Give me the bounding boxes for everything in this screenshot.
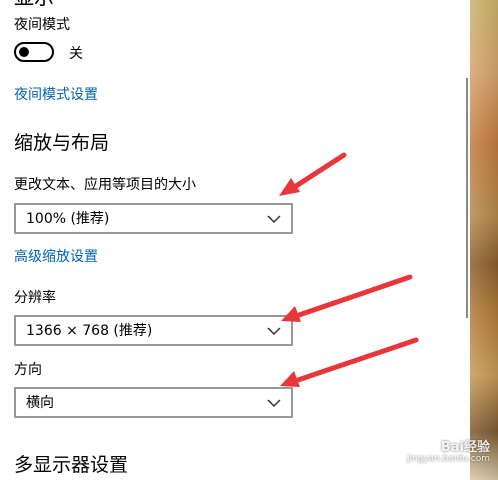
scrollbar-thumb[interactable] [466, 78, 468, 318]
night-mode-toggle-state: 关 [69, 46, 83, 62]
text-size-value: 100% (推荐) [26, 211, 110, 227]
text-size-dropdown[interactable]: 100% (推荐) [14, 203, 293, 234]
scale-layout-heading: 缩放与布局 [14, 132, 110, 154]
watermark: Bai经验 jingyan.baidu.com [400, 436, 490, 470]
orientation-value: 横向 [26, 395, 54, 411]
background-photo-shade [470, 0, 498, 480]
chevron-down-icon [267, 327, 281, 336]
advanced-scaling-link[interactable]: 高级缩放设置 [14, 248, 98, 266]
orientation-label: 方向 [14, 362, 42, 378]
section-title: 显示 [14, 0, 54, 8]
watermark-url: jingyan.baidu.com [406, 454, 490, 464]
background-photo [470, 0, 498, 480]
page: 显示 夜间模式 关 夜间模式设置 缩放与布局 更改文本、应用等项目的大小 100… [0, 0, 498, 480]
chevron-down-icon [267, 215, 281, 224]
night-mode-label: 夜间模式 [14, 17, 70, 33]
resolution-label: 分辨率 [14, 290, 56, 306]
chevron-down-icon [267, 399, 281, 408]
text-size-label: 更改文本、应用等项目的大小 [14, 177, 196, 193]
resolution-value: 1366 × 768 (推荐) [26, 323, 153, 339]
display-settings-panel: 显示 夜间模式 关 夜间模式设置 缩放与布局 更改文本、应用等项目的大小 100… [0, 0, 470, 480]
orientation-dropdown[interactable]: 横向 [14, 387, 293, 418]
watermark-brand: Bai经验 [440, 440, 490, 455]
resolution-dropdown[interactable]: 1366 × 768 (推荐) [14, 315, 293, 346]
multi-display-heading: 多显示器设置 [14, 454, 129, 476]
night-mode-settings-link[interactable]: 夜间模式设置 [14, 86, 98, 104]
night-mode-toggle[interactable] [14, 42, 54, 62]
toggle-knob [19, 47, 29, 57]
